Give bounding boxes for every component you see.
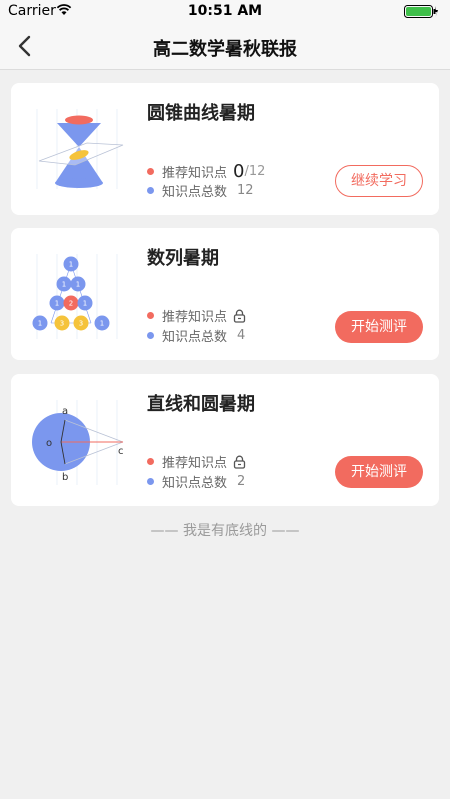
recommend-row: 推荐知识点 <box>147 452 246 471</box>
recommend-row: 推荐知识点 0 /12 <box>147 161 265 182</box>
recommend-done: 0 <box>233 161 245 182</box>
point-label-a: a <box>62 406 68 417</box>
lock-icon <box>233 309 246 323</box>
tri-label: 1 <box>100 320 104 328</box>
course-title: 圆锥曲线暑期 <box>147 103 255 124</box>
pascal-triangle-illustration: 1 1 1 1 2 1 1 3 3 1 <box>32 254 118 339</box>
total-row: 知识点总数 2 <box>147 472 245 491</box>
recommend-label: 推荐知识点 <box>162 310 228 325</box>
tri-label: 1 <box>83 300 87 308</box>
tri-label: 3 <box>79 320 83 328</box>
tri-label: 1 <box>69 261 73 269</box>
start-assessment-button[interactable]: 开始测评 <box>335 456 423 488</box>
red-dot <box>147 312 154 319</box>
clock: 10:51 AM <box>187 3 263 19</box>
lock-icon <box>233 455 246 469</box>
total-label: 知识点总数 <box>162 330 228 345</box>
end-of-list-text: —— 我是有底线的 —— <box>150 523 300 539</box>
line-circle-illustration: a o b c <box>32 400 124 485</box>
page-title: 高二数学暑秋联报 <box>153 39 297 60</box>
total-count: 4 <box>237 328 246 343</box>
total-row: 知识点总数 12 <box>147 181 254 200</box>
tri-label: 1 <box>55 300 59 308</box>
nav-bar: 高二数学暑秋联报 <box>0 22 450 70</box>
total-count: 2 <box>237 474 246 489</box>
total-count: 12 <box>237 183 254 198</box>
cone-illustration <box>36 109 124 189</box>
total-row: 知识点总数 4 <box>147 326 245 345</box>
total-label: 知识点总数 <box>162 476 228 491</box>
blue-dot <box>147 187 154 194</box>
point-label-o: o <box>46 438 52 449</box>
tri-label: 1 <box>76 281 80 289</box>
course-title: 直线和圆暑期 <box>147 394 255 415</box>
red-dot <box>147 458 154 465</box>
course-card-line-circle[interactable]: a o b c 直线和圆暑期 推荐知识点 知识点总数 2 开始测评 <box>11 374 439 506</box>
tri-label: 1 <box>62 281 66 289</box>
tri-label: 2 <box>69 300 73 308</box>
point-label-b: b <box>62 472 68 483</box>
start-assessment-button[interactable]: 开始测评 <box>335 311 423 343</box>
tri-label: 3 <box>60 320 64 328</box>
recommend-label: 推荐知识点 <box>162 456 228 471</box>
recommend-total: /12 <box>244 164 266 179</box>
blue-dot <box>147 478 154 485</box>
course-title: 数列暑期 <box>147 248 219 269</box>
recommend-label: 推荐知识点 <box>162 166 228 181</box>
continue-study-button[interactable]: 继续学习 <box>335 165 423 197</box>
blue-dot <box>147 332 154 339</box>
red-dot <box>147 168 154 175</box>
recommend-row: 推荐知识点 <box>147 306 246 325</box>
course-card-sequence[interactable]: 1 1 1 1 2 1 1 3 3 1 数列暑期 推荐知识点 知识点总数 4 开… <box>11 228 439 360</box>
course-card-conic[interactable]: 圆锥曲线暑期 推荐知识点 0 /12 知识点总数 12 继续学习 <box>11 83 439 215</box>
total-label: 知识点总数 <box>162 185 228 200</box>
point-label-c: c <box>118 446 124 457</box>
battery-icon <box>404 5 438 18</box>
status-bar: Carrier 10:51 AM <box>0 0 450 22</box>
tri-label: 1 <box>38 320 42 328</box>
